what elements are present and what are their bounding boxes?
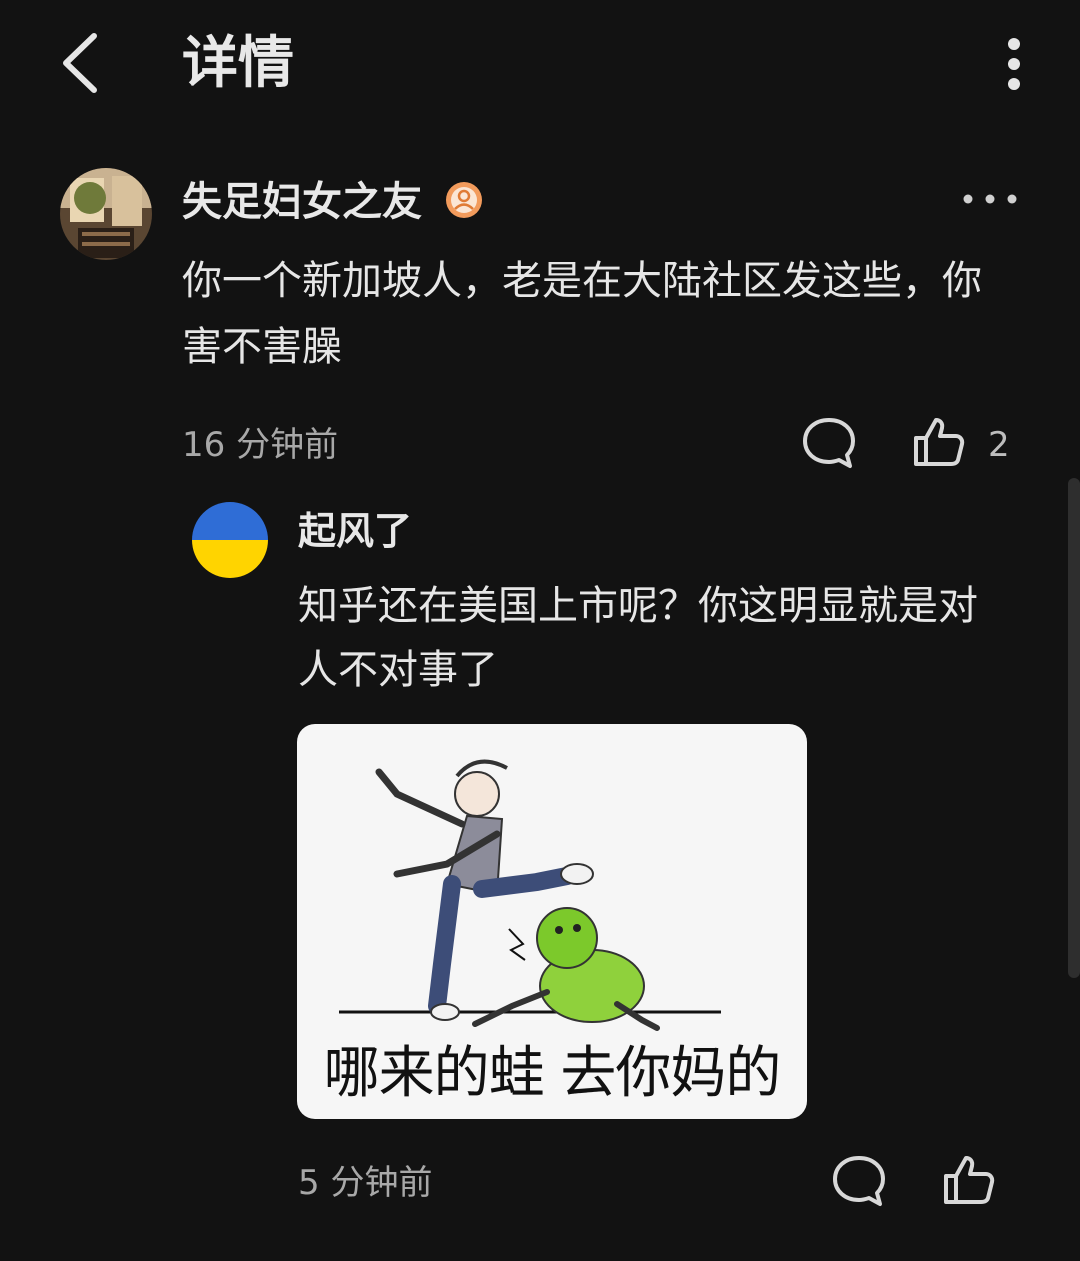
horizontal-dots-icon [963,194,1017,204]
reply-button[interactable] [800,414,858,472]
image-caption: 哪来的蛙 去你妈的 [323,1041,782,1106]
thumbs-up-icon [914,418,965,466]
comment-author[interactable]: 失足妇女之友 [182,178,422,226]
like-count: 2 [988,425,1010,465]
thumbs-up-icon [944,1156,995,1204]
speech-bubble-icon [833,1156,885,1206]
reply-button[interactable] [830,1152,888,1210]
avatar-image [60,168,152,260]
avatar[interactable] [60,168,152,260]
back-button[interactable] [52,28,112,98]
reply-image[interactable]: 哪来的蛙 去你妈的 [297,724,807,1119]
vertical-dots-icon [1008,38,1020,90]
reply-author[interactable]: 起风了 [298,508,412,554]
comment-timestamp: 16 分钟前 [182,425,339,465]
top-bar: 详情 [0,0,1080,130]
verified-user-badge-icon [446,182,482,218]
flag-avatar-icon [192,502,268,578]
verified-badge [444,180,484,220]
like-button[interactable] [938,1150,998,1210]
reply-text: 知乎还在美国上市呢？你这明显就是对人不对事了 [298,583,978,693]
more-options-button[interactable] [990,34,1038,94]
like-button[interactable] [908,412,968,472]
comment-text: 你一个新加坡人，老是在大陆社区发这些，你害不害臊 [182,258,982,370]
chevron-left-icon [63,33,97,93]
reply-timestamp: 5 分钟前 [298,1163,433,1203]
comment-more-button[interactable] [958,182,1022,216]
page-title: 详情 [182,31,294,96]
speech-bubble-icon [803,418,855,468]
reply-avatar[interactable] [192,502,268,578]
scrollbar[interactable] [1068,478,1080,978]
